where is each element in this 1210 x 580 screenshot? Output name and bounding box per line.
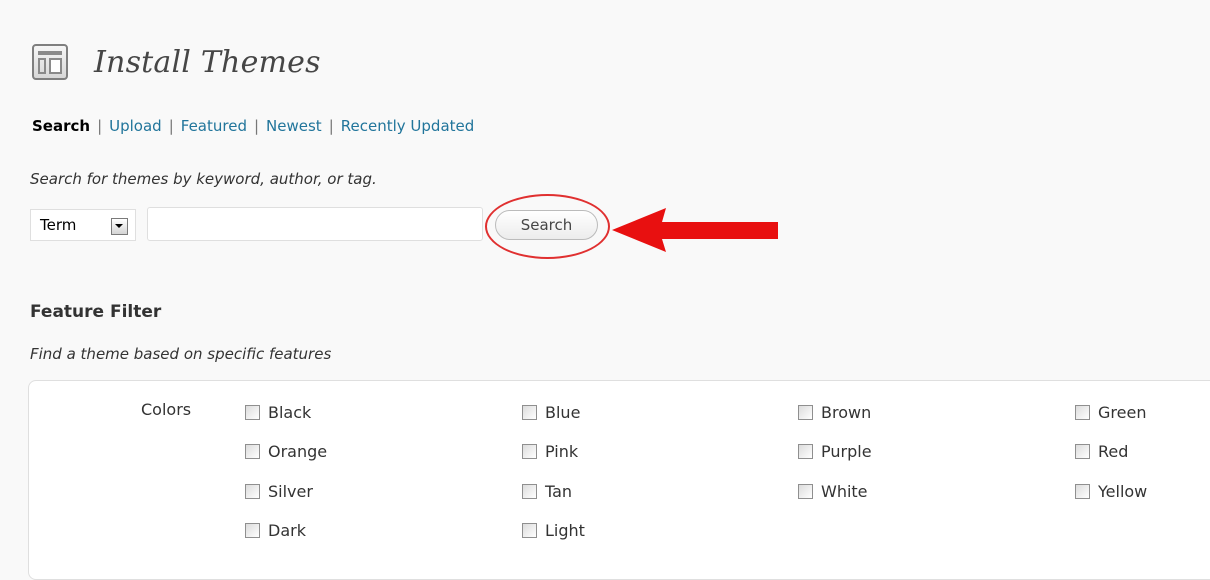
color-option-white[interactable]: White: [798, 480, 868, 502]
color-option-yellow[interactable]: Yellow: [1075, 480, 1147, 502]
subnav-newest-link[interactable]: Newest: [266, 117, 322, 135]
option-label: Silver: [268, 481, 313, 501]
checkbox[interactable]: [798, 483, 813, 499]
option-label: Green: [1098, 402, 1147, 422]
checkbox[interactable]: [245, 404, 260, 420]
option-label: Black: [268, 402, 312, 422]
checkbox[interactable]: [245, 443, 260, 459]
option-label: Blue: [545, 402, 581, 422]
option-label: Brown: [821, 402, 872, 422]
checkbox[interactable]: [798, 404, 813, 420]
subnav-separator: |: [253, 117, 260, 135]
color-option-pink[interactable]: Pink: [522, 440, 578, 462]
checkbox[interactable]: [245, 483, 260, 499]
option-label: Pink: [545, 441, 579, 461]
search-description: Search for themes by keyword, author, or…: [30, 170, 377, 188]
install-themes-page: Install Themes Search | Upload | Featured | Ne…: [0, 0, 1210, 580]
option-label: Tan: [545, 481, 573, 501]
subnav-upload-link[interactable]: Upload: [109, 117, 162, 135]
checkbox[interactable]: [1075, 443, 1090, 459]
checkbox[interactable]: [1075, 483, 1090, 499]
subnav-separator: |: [168, 117, 174, 135]
checkbox[interactable]: [1075, 404, 1090, 420]
search-button[interactable]: Search: [495, 210, 598, 240]
checkbox[interactable]: [798, 443, 813, 459]
annotation-arrow-icon: [612, 208, 778, 252]
page-header: Install Themes: [32, 40, 321, 84]
option-label: Purple: [821, 441, 872, 461]
checkbox[interactable]: [522, 443, 537, 459]
option-label: White: [821, 481, 868, 501]
feature-filter-title: Feature Filter: [30, 302, 162, 322]
subnav-separator: |: [328, 117, 334, 135]
feature-filter-panel: [28, 380, 1210, 580]
color-option-light[interactable]: Light: [522, 519, 585, 541]
subnav-recently-updated-link[interactable]: Recently Updated: [341, 117, 475, 135]
checkbox[interactable]: [245, 522, 260, 538]
color-option-orange[interactable]: Orange: [245, 440, 327, 462]
color-option-dark[interactable]: Dark: [245, 519, 306, 541]
search-type-select[interactable]: Term: [30, 209, 136, 241]
install-subnav: Search | Upload | Featured | Newest | Recently U…: [32, 117, 474, 135]
option-label: Light: [545, 520, 585, 540]
color-option-green[interactable]: Green: [1075, 401, 1146, 423]
subnav-search-current[interactable]: Search: [32, 117, 90, 135]
subnav-separator: |: [97, 117, 103, 135]
option-label: Red: [1098, 441, 1129, 461]
themes-icon: [32, 44, 68, 80]
checkbox[interactable]: [522, 404, 537, 420]
color-option-brown[interactable]: Brown: [798, 401, 871, 423]
search-type-value: Term: [40, 216, 77, 234]
color-option-blue[interactable]: Blue: [522, 401, 580, 423]
color-option-red[interactable]: Red: [1075, 440, 1128, 462]
color-option-purple[interactable]: Purple: [798, 440, 872, 462]
checkbox[interactable]: [522, 522, 537, 538]
option-label: Yellow: [1098, 481, 1148, 501]
feature-filter-description: Find a theme based on specific features: [30, 345, 332, 363]
option-label: Orange: [268, 441, 328, 461]
color-option-silver[interactable]: Silver: [245, 480, 313, 502]
subnav-featured-link[interactable]: Featured: [181, 117, 247, 135]
color-option-black[interactable]: Black: [245, 401, 311, 423]
option-label: Dark: [268, 520, 306, 540]
colors-label: Colors: [141, 400, 192, 419]
checkbox[interactable]: [522, 483, 537, 499]
page-title: Install Themes: [94, 44, 321, 80]
search-input[interactable]: [147, 207, 483, 241]
chevron-down-icon[interactable]: [111, 218, 128, 235]
color-option-tan[interactable]: Tan: [522, 480, 572, 502]
